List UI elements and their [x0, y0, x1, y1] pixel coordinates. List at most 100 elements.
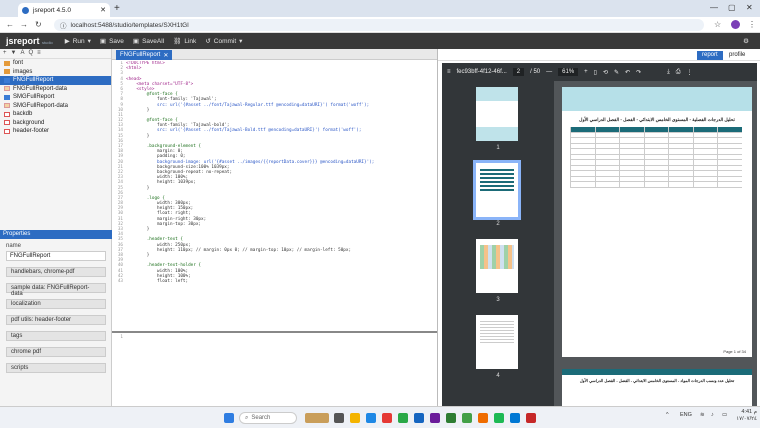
tree-item[interactable]: header-footer	[0, 127, 111, 136]
table-cell	[643, 143, 669, 148]
link-button[interactable]: ⛓ Link	[173, 37, 196, 46]
thumbnail-page-1[interactable]	[476, 87, 518, 141]
file-explorer-icon[interactable]	[350, 413, 360, 423]
name-field[interactable]: FNGFullReport	[6, 251, 106, 261]
browser-tab[interactable]: jsreport 4.5.0 ✕	[18, 3, 110, 17]
clock[interactable]: 4:41 م ١٧/٠٧/٢٤	[735, 409, 757, 423]
wifi-icon[interactable]: ≋	[700, 412, 705, 418]
table-cell	[594, 171, 620, 176]
tree-item[interactable]: background	[0, 119, 111, 128]
menu-kebab-icon[interactable]: ⋮	[748, 20, 756, 29]
more-vert-icon[interactable]: ⋮	[687, 69, 693, 76]
table-cell	[692, 171, 718, 176]
tree-item[interactable]: font	[0, 59, 111, 68]
save-all-button[interactable]: ▣ SaveAll	[133, 37, 164, 46]
table-cell	[570, 160, 595, 165]
settings-gear-icon[interactable]: ⚙	[743, 37, 749, 45]
search-icon[interactable]: Q	[28, 50, 33, 57]
tree-item[interactable]: backdb	[0, 110, 111, 119]
whatsapp-icon[interactable]	[462, 413, 472, 423]
zoom-out-icon[interactable]: —	[546, 69, 552, 75]
tree-item-label: backdb	[13, 111, 33, 118]
task-view-icon[interactable]	[334, 413, 344, 423]
zoom-level[interactable]: 61%	[558, 68, 579, 76]
tree-item[interactable]: FNGFullReport	[0, 76, 111, 85]
print-icon[interactable]: ⎙	[676, 69, 681, 76]
minimize-icon[interactable]: —	[710, 3, 718, 12]
volume-icon[interactable]: ♪	[711, 412, 714, 418]
property-button[interactable]: tags	[6, 331, 106, 341]
app-icon[interactable]	[430, 413, 440, 423]
rotate-icon[interactable]: ⟲	[603, 69, 608, 76]
app-icon[interactable]	[510, 413, 520, 423]
tray-chevron-icon[interactable]: ^	[666, 412, 669, 418]
table-cell	[619, 165, 644, 170]
pdf-menu-icon[interactable]: ≡	[447, 69, 451, 75]
commit-button[interactable]: ↺ Commit ▾	[205, 37, 243, 46]
table-cell	[668, 171, 693, 176]
page-number-input[interactable]: 2	[512, 68, 525, 76]
app-icon[interactable]	[478, 413, 488, 423]
code-text: }	[126, 107, 150, 113]
undo-icon[interactable]: ↶	[625, 69, 630, 76]
app-icon[interactable]	[446, 413, 456, 423]
tab-profile[interactable]: profile	[724, 51, 750, 60]
chrome-icon[interactable]	[382, 413, 392, 423]
spotify-icon[interactable]	[494, 413, 504, 423]
back-icon[interactable]: ←	[6, 20, 14, 29]
tree-item[interactable]: SMGFullReport	[0, 93, 111, 102]
close-icon[interactable]: ✕	[163, 52, 168, 59]
profile-avatar[interactable]	[731, 20, 740, 29]
html-code-editor[interactable]: 1 <!DOCTYPE html> 2 <html> 3 4 <head> 5 <meta c…	[112, 61, 437, 331]
sidebar: + ▼ A Q ≡ font images FNGFullReport FNGFull…	[0, 49, 112, 406]
data-icon	[4, 86, 10, 92]
new-tab-icon[interactable]: +	[114, 3, 120, 14]
collapse-icon[interactable]: A	[20, 50, 24, 57]
editor-tab[interactable]: FNGFullReport ✕	[116, 50, 173, 60]
property-button[interactable]: scripts	[6, 363, 106, 373]
thumbnail-page-3[interactable]	[476, 239, 518, 293]
save-button[interactable]: ▣ Save	[100, 37, 124, 46]
fit-page-icon[interactable]: ▯	[594, 69, 597, 76]
vscode-icon[interactable]	[414, 413, 424, 423]
run-button[interactable]: ▶ Run ▾	[64, 37, 91, 46]
tab-report[interactable]: report	[697, 51, 723, 60]
more-icon[interactable]: ≡	[37, 50, 41, 57]
tree-item[interactable]: FNGFullReport-data	[0, 85, 111, 94]
close-icon[interactable]: ✕	[100, 6, 106, 14]
edge-icon[interactable]	[366, 413, 376, 423]
language-indicator[interactable]: ENG	[680, 412, 692, 418]
battery-icon[interactable]: ▭	[722, 412, 727, 418]
table-cell	[570, 154, 595, 159]
url-field[interactable]: ⓘ localhost:5488/studio/templates/SXH1tG…	[54, 19, 704, 31]
property-button[interactable]: sample data: FNGFullReport-data	[6, 283, 106, 297]
redo-icon[interactable]: ↷	[636, 69, 641, 76]
app-icon[interactable]	[526, 413, 536, 423]
helpers-editor[interactable]: 1	[112, 335, 126, 340]
app-icon[interactable]	[398, 413, 408, 423]
zoom-in-icon[interactable]: +	[584, 69, 588, 75]
play-icon: ▶	[64, 38, 70, 45]
thumbnail-page-4[interactable]	[476, 315, 518, 369]
filter-icon[interactable]: ▼	[11, 50, 17, 57]
annotate-icon[interactable]: ✎	[614, 69, 619, 76]
add-entity-icon[interactable]: +	[3, 50, 7, 57]
taskbar-search[interactable]: ⌕ Search	[239, 412, 297, 424]
bookmark-star-icon[interactable]: ☆	[714, 20, 721, 29]
tree-item[interactable]: images	[0, 68, 111, 77]
maximize-icon[interactable]: ▢	[728, 3, 736, 12]
property-button[interactable]: pdf utils: header-footer	[6, 315, 106, 325]
download-icon[interactable]: ⤓	[667, 69, 670, 76]
windows-start-icon[interactable]	[224, 413, 234, 423]
forward-icon[interactable]: →	[20, 20, 28, 29]
editor-splitter[interactable]	[112, 331, 437, 333]
chevron-down-icon: ▾	[239, 38, 243, 45]
thumbnail-page-2[interactable]	[473, 160, 521, 220]
window-close-icon[interactable]: ✕	[746, 3, 753, 12]
property-button[interactable]: localization	[6, 299, 106, 309]
reload-icon[interactable]: ↻	[35, 20, 42, 29]
property-button[interactable]: chrome pdf	[6, 347, 106, 357]
property-button[interactable]: handlebars, chrome-pdf	[6, 267, 106, 277]
tree-item[interactable]: SMGFullReport-data	[0, 102, 111, 111]
widget-icon[interactable]	[305, 413, 329, 423]
